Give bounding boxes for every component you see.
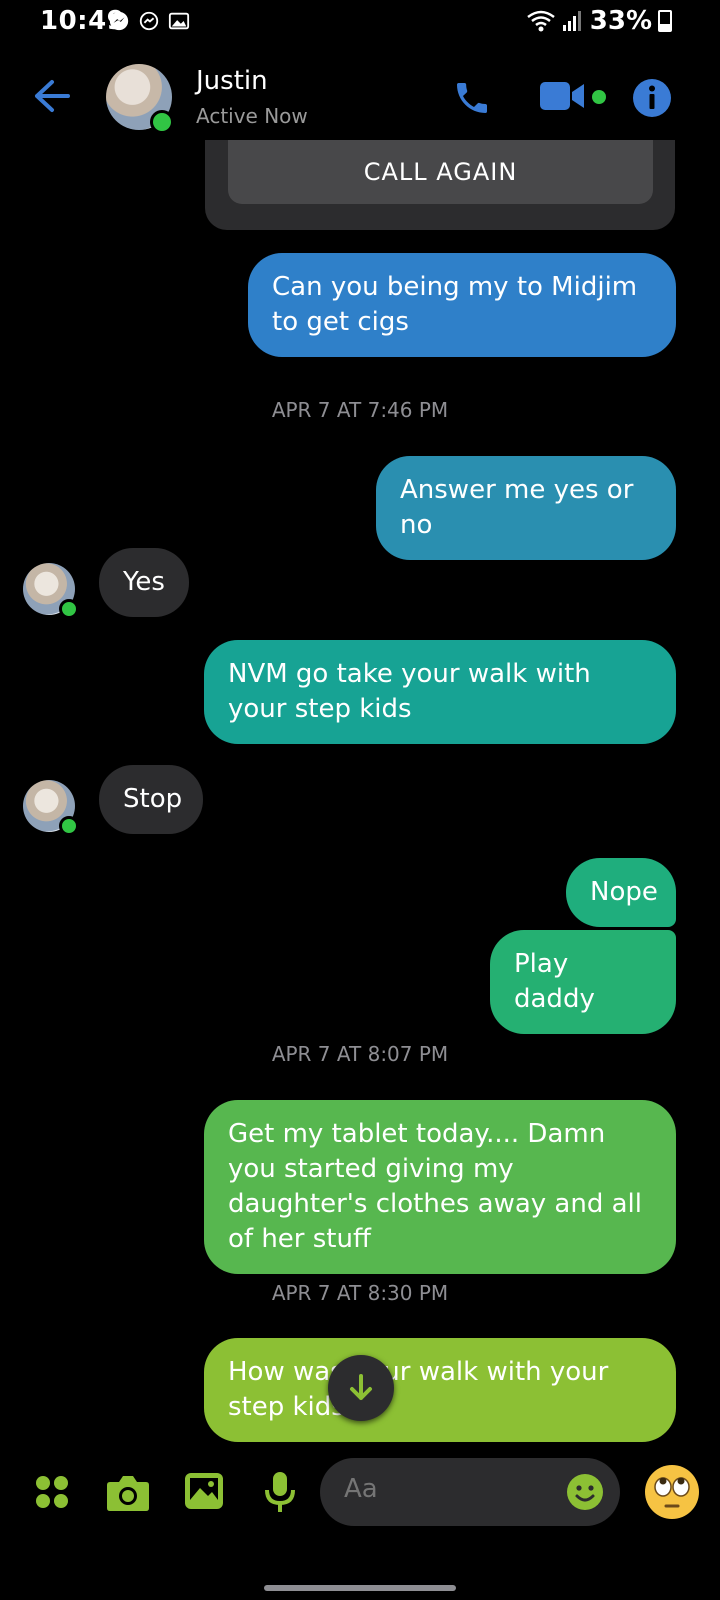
signal-icon: [562, 11, 581, 31]
message-bubble-outgoing[interactable]: Play daddy: [490, 930, 676, 1034]
message-bubble-outgoing[interactable]: How was your walk with your step kids: [204, 1338, 676, 1442]
battery-percent: 33%: [589, 6, 652, 36]
status-notification-icons: [108, 10, 190, 32]
info-icon[interactable]: [632, 78, 672, 118]
online-indicator: [59, 816, 79, 836]
contact-name[interactable]: Justin: [196, 66, 268, 96]
message-bubble-outgoing[interactable]: Nope: [566, 858, 676, 927]
online-indicator: [150, 110, 174, 134]
video-active-dot: [592, 90, 606, 104]
timestamp: APR 7 AT 7:46 PM: [271, 398, 449, 422]
home-indicator[interactable]: [264, 1585, 456, 1591]
eye-roll-emoji-icon[interactable]: [644, 1464, 700, 1520]
arrow-down-icon: [350, 1374, 372, 1400]
apps-grid-icon[interactable]: [34, 1474, 70, 1510]
battery-icon: [658, 10, 672, 32]
active-status: Active Now: [196, 104, 308, 128]
emoji-icon[interactable]: [566, 1473, 604, 1511]
wifi-icon: [527, 10, 555, 32]
message-bubble-incoming[interactable]: Stop: [99, 765, 203, 834]
message-input[interactable]: [342, 1473, 546, 1505]
call-again-button[interactable]: CALL AGAIN: [228, 140, 653, 204]
image-notification-icon: [168, 12, 190, 30]
camera-icon[interactable]: [106, 1472, 150, 1512]
message-bubble-incoming[interactable]: Yes: [99, 548, 189, 617]
back-arrow-icon[interactable]: [32, 78, 72, 114]
video-camera-icon[interactable]: [540, 80, 588, 112]
timestamp: APR 7 AT 8:30 PM: [271, 1281, 449, 1305]
message-bubble-outgoing[interactable]: Answer me yes or no: [376, 456, 676, 560]
timestamp: APR 7 AT 8:07 PM: [271, 1042, 449, 1066]
phone-icon[interactable]: [452, 78, 492, 118]
scroll-to-bottom-button[interactable]: [328, 1355, 394, 1421]
status-right: 33%: [526, 6, 672, 36]
microphone-icon[interactable]: [264, 1470, 296, 1514]
message-bubble-outgoing[interactable]: NVM go take your walk with your step kid…: [204, 640, 676, 744]
gallery-icon[interactable]: [184, 1472, 224, 1510]
messenger-notification-icon: [109, 11, 129, 31]
online-indicator: [59, 599, 79, 619]
message-bubble-outgoing[interactable]: Can you being my to Midjim to get cigs: [248, 253, 676, 357]
messenger-outline-icon: [139, 11, 159, 31]
message-bubble-outgoing[interactable]: Get my tablet today.... Damn you started…: [204, 1100, 676, 1274]
